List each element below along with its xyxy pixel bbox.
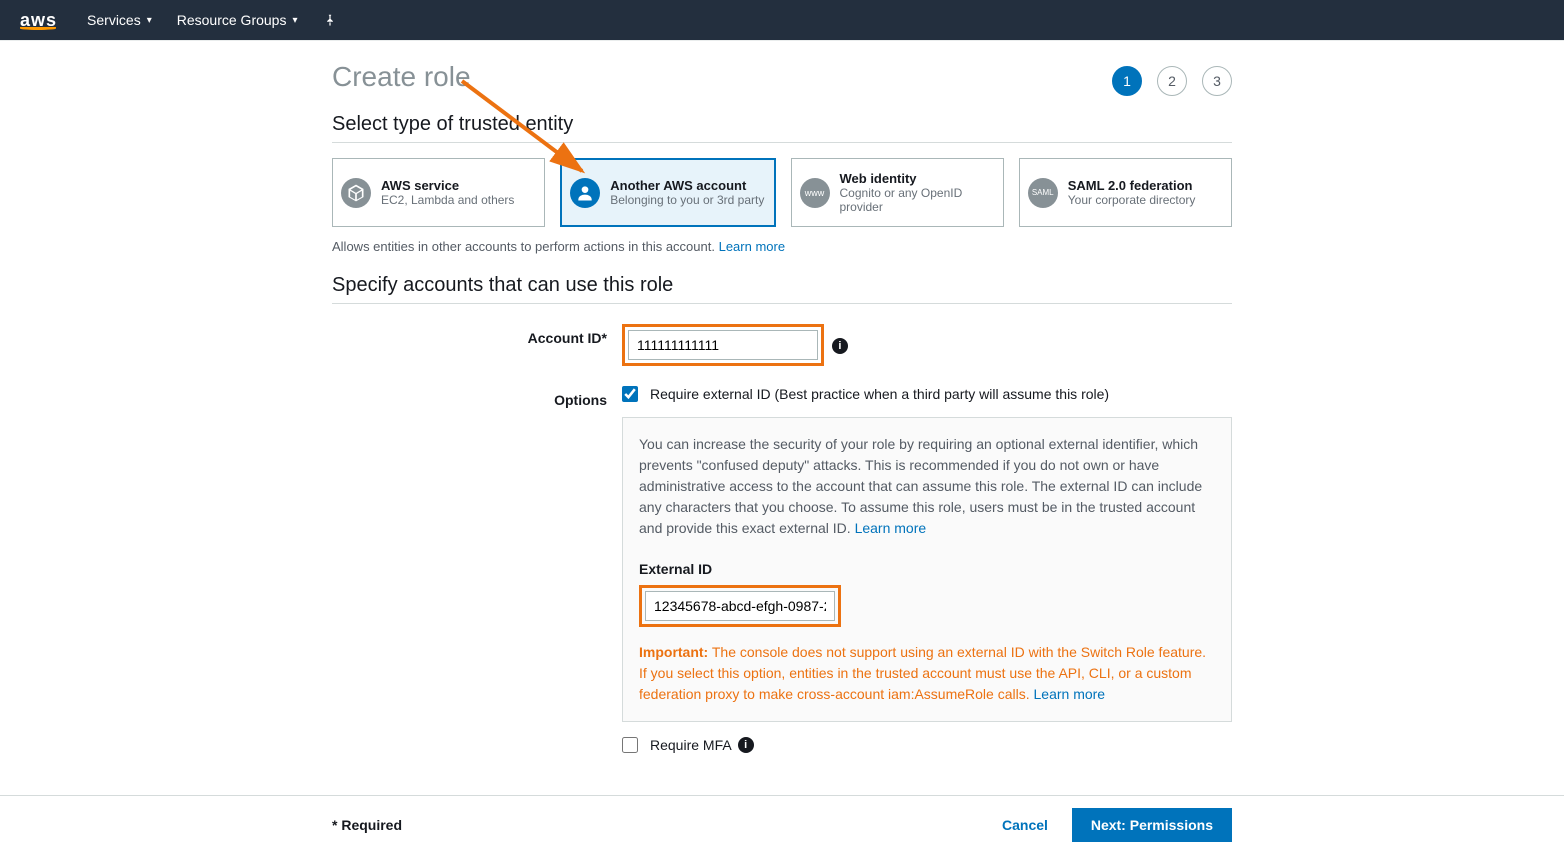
account-id-highlight xyxy=(622,324,824,366)
pin-icon[interactable] xyxy=(323,13,337,27)
main-content: Create role 1 2 3 Select type of trusted… xyxy=(332,61,1232,768)
cube-icon xyxy=(341,178,371,208)
external-id-label: External ID xyxy=(639,559,1215,580)
next-permissions-button[interactable]: Next: Permissions xyxy=(1072,808,1232,842)
entity-sub: Belonging to you or 3rd party xyxy=(610,193,764,207)
row-options: Options Require external ID (Best practi… xyxy=(332,386,1232,768)
person-icon xyxy=(570,178,600,208)
options-label: Options xyxy=(332,386,622,408)
account-id-input[interactable] xyxy=(628,330,818,360)
nav-resource-groups[interactable]: Resource Groups ▾ xyxy=(177,12,298,28)
learn-more-link[interactable]: Learn more xyxy=(1034,686,1106,702)
entity-title: Another AWS account xyxy=(610,178,764,193)
wizard-steps: 1 2 3 xyxy=(1112,66,1232,96)
entity-title: AWS service xyxy=(381,178,514,193)
section-trusted-entity-title: Select type of trusted entity xyxy=(332,113,1232,143)
require-mfa-label: Require MFA xyxy=(650,737,732,753)
entity-card-saml[interactable]: SAML SAML 2.0 federation Your corporate … xyxy=(1019,158,1232,227)
top-navbar: aws Services ▾ Resource Groups ▾ xyxy=(0,0,1564,40)
entity-sub: Cognito or any OpenID provider xyxy=(840,186,995,214)
caret-down-icon: ▾ xyxy=(147,15,152,26)
row-account-id: Account ID* i xyxy=(332,324,1232,366)
step-3[interactable]: 3 xyxy=(1202,66,1232,96)
learn-more-link[interactable]: Learn more xyxy=(855,520,927,536)
entity-sub: Your corporate directory xyxy=(1068,193,1196,207)
nav-services-label: Services xyxy=(87,12,141,28)
wizard-footer: * Required Cancel Next: Permissions xyxy=(0,795,1564,854)
entity-card-another-account[interactable]: Another AWS account Belonging to you or … xyxy=(560,158,775,227)
learn-more-link[interactable]: Learn more xyxy=(719,239,785,254)
entity-sub: EC2, Lambda and others xyxy=(381,193,514,207)
require-external-id-checkbox[interactable] xyxy=(622,386,638,402)
external-id-highlight xyxy=(639,585,841,627)
page-title: Create role xyxy=(332,61,1232,93)
external-id-panel: You can increase the security of your ro… xyxy=(622,417,1232,722)
entity-card-web-identity[interactable]: www Web identity Cognito or any OpenID p… xyxy=(791,158,1004,227)
entity-card-aws-service[interactable]: AWS service EC2, Lambda and others xyxy=(332,158,545,227)
entity-description: Allows entities in other accounts to per… xyxy=(332,239,1232,254)
nav-services[interactable]: Services ▾ xyxy=(87,12,152,28)
nav-resource-groups-label: Resource Groups xyxy=(177,12,287,28)
info-icon[interactable]: i xyxy=(832,338,848,354)
aws-logo[interactable]: aws xyxy=(20,10,57,30)
step-1[interactable]: 1 xyxy=(1112,66,1142,96)
require-mfa-checkbox[interactable] xyxy=(622,737,638,753)
saml-icon: SAML xyxy=(1028,178,1058,208)
entity-card-row: AWS service EC2, Lambda and others Anoth… xyxy=(332,158,1232,227)
step-2[interactable]: 2 xyxy=(1157,66,1187,96)
cancel-button[interactable]: Cancel xyxy=(1002,817,1048,833)
important-note: Important: The console does not support … xyxy=(639,642,1215,705)
account-id-label: Account ID* xyxy=(332,324,622,346)
section-accounts-title: Specify accounts that can use this role xyxy=(332,274,1232,304)
info-icon[interactable]: i xyxy=(738,737,754,753)
caret-down-icon: ▾ xyxy=(292,15,297,26)
entity-title: Web identity xyxy=(840,171,995,186)
external-id-input[interactable] xyxy=(645,591,835,621)
entity-title: SAML 2.0 federation xyxy=(1068,178,1196,193)
globe-icon: www xyxy=(800,178,830,208)
required-note: * Required xyxy=(332,817,402,833)
require-external-id-label: Require external ID (Best practice when … xyxy=(650,386,1109,402)
